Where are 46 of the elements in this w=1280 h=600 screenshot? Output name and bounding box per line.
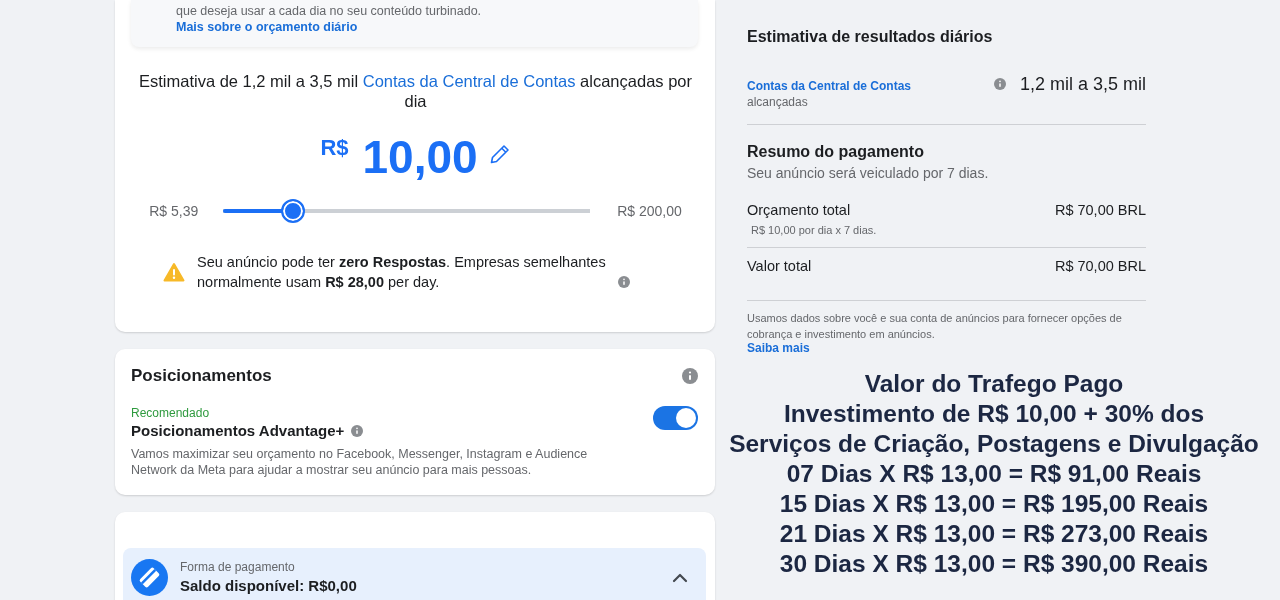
payment-method-row[interactable]: Forma de pagamento Saldo disponível: R$0,00 [123, 548, 706, 600]
reach-estimate-text: Estimativa de 1,2 mil a 3,5 mil Contas da Central de Contas alcançadas por dia [137, 71, 693, 111]
section-title: Resumo do pagamento [747, 142, 925, 162]
summary-label: Orçamento total [747, 201, 851, 220]
budget-info-link[interactable]: Mais sobre o orçamento diário [176, 20, 358, 34]
option-description: Vamos maximizar seu orçamento no Facebook, Messenger, Instagram e Audience Network da Meta para ajudar a mostrar seu anúncio para mais pessoas. [131, 446, 589, 478]
pencil-icon[interactable] [488, 143, 511, 165]
info-icon[interactable] [618, 276, 630, 288]
summary-value: R$ 70,00 BRL [1054, 257, 1146, 276]
payment-method-label: Forma de pagamento [180, 559, 296, 576]
toggle-switch[interactable] [653, 406, 698, 430]
info-icon[interactable] [351, 425, 364, 437]
min-budget-label: R$ 5,39 [149, 203, 199, 219]
notice-text: que deseja usar a cada dia no seu conteúdo turbinado. Mais sobre o orçamento diário [176, 3, 483, 35]
max-budget-label: R$ 200,00 [617, 203, 682, 219]
recommended-label: Recomendado [131, 405, 211, 421]
budget-amount: 10,00 [362, 130, 478, 185]
promo-text-line: Serviços de Criação, Postagens e Divulgação [728, 429, 1260, 459]
info-icon[interactable] [682, 368, 698, 384]
disclaimer-text: Usamos dados sobre você e sua conta de anúncios para fornecer opções de cobrança e investimento em anúncios. [747, 311, 1123, 342]
currency-symbol: R$ [320, 135, 349, 161]
section-subtitle: Seu anúncio será veiculado por 7 dias. [747, 164, 990, 183]
warning-text: Seu anúncio pode ter zero Respostas. Empresas semelhantes normalmente usam R$ 28,00 per day. [197, 253, 607, 292]
warning-icon [163, 262, 185, 282]
summary-value: R$ 70,00 BRL [1054, 201, 1146, 220]
credit-card-icon [131, 559, 168, 596]
summary-note: R$ 10,00 por dia x 7 dias. [750, 223, 878, 237]
section-title: Posicionamentos [131, 365, 272, 387]
summary-label: Valor total [747, 257, 812, 276]
metric-note: alcançadas [747, 94, 809, 110]
promo-text-line: Investimento de R$ 10,00 + 30% dos [782, 399, 1206, 429]
promo-text-line: 30 Dias X R$ 13,00 = R$ 390,00 Reais [778, 549, 1210, 579]
promo-text-line: 21 Dias X R$ 13,00 = R$ 273,00 Reais [778, 519, 1210, 549]
learn-more-link[interactable]: Saiba mais [747, 342, 810, 355]
metric-link[interactable]: Contas da Central de Contas [747, 78, 912, 94]
option-title: Posicionamentos Advantage+ [131, 421, 345, 441]
promo-text-line: 15 Dias X R$ 13,00 = R$ 195,00 Reais [778, 489, 1210, 519]
chevron-up-icon[interactable] [672, 572, 688, 583]
promo-text-line: 07 Dias X R$ 13,00 = R$ 91,00 Reais [785, 459, 1203, 489]
result-value: 1,2 mil a 3,5 mil [1019, 73, 1146, 95]
accounts-link[interactable]: Contas da Central de Contas [362, 72, 576, 90]
slider-handle[interactable] [280, 199, 305, 223]
payment-method-value: Saldo disponível: R$0,00 [180, 576, 358, 596]
info-icon[interactable] [993, 78, 1006, 90]
section-title: Estimativa de resultados diários [747, 27, 994, 47]
promo-text-line: Valor do Trafego Pago [863, 369, 1125, 399]
